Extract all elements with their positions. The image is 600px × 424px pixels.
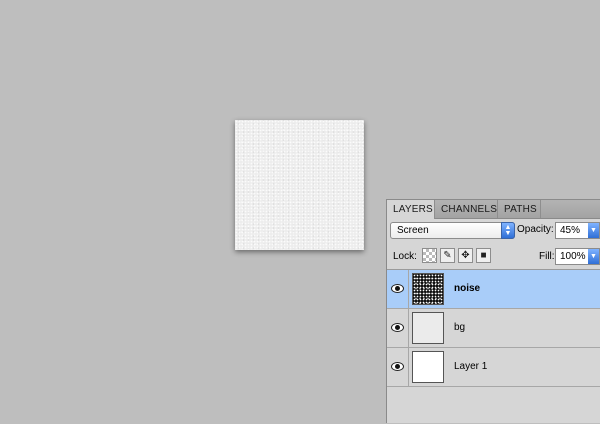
layer-row-noise[interactable]: noise — [387, 270, 600, 309]
lock-position-move-icon[interactable]: ✥ — [458, 248, 473, 263]
lock-transparency-icon[interactable] — [422, 248, 437, 263]
tab-channels[interactable]: CHANNELS — [435, 200, 498, 218]
layer-thumbnail — [412, 273, 444, 305]
opacity-dropdown-button[interactable]: ▼ — [588, 223, 599, 238]
layer-name: bg — [454, 322, 466, 333]
layers-panel: LAYERS CHANNELS PATHS Screen ▲ ▼ Opacity:… — [386, 199, 600, 423]
layer-thumbnail — [412, 312, 444, 344]
panel-tab-strip: LAYERS CHANNELS PATHS — [387, 200, 600, 219]
layer-row-bg[interactable]: bg — [387, 309, 600, 348]
blend-mode-value: Screen — [397, 225, 429, 236]
fill-input[interactable]: 100% ▼ — [555, 248, 600, 265]
opacity-input[interactable]: 45% ▼ — [555, 222, 600, 239]
opacity-value: 45% — [560, 225, 581, 236]
lock-image-brush-icon[interactable]: ✎ — [440, 248, 455, 263]
visibility-toggle[interactable] — [387, 270, 409, 308]
lock-all-padlock-icon[interactable]: ■ — [476, 248, 491, 263]
layer-list: noise bg Layer 1 — [387, 269, 600, 424]
fill-label: Fill: — [539, 251, 555, 262]
visibility-toggle[interactable] — [387, 348, 409, 386]
fill-value: 100% — [560, 251, 586, 262]
eye-icon — [391, 323, 404, 332]
tab-layers[interactable]: LAYERS — [387, 200, 435, 219]
chevron-updown-icon: ▲ ▼ — [501, 222, 515, 239]
layer-thumbnail — [412, 351, 444, 383]
layer-name: noise — [454, 283, 481, 294]
layer-name: Layer 1 — [454, 361, 488, 372]
fill-dropdown-button[interactable]: ▼ — [588, 249, 599, 264]
lock-label: Lock: — [393, 251, 417, 262]
tab-paths[interactable]: PATHS — [498, 200, 541, 218]
opacity-label: Opacity: — [517, 224, 554, 235]
blend-mode-select[interactable]: Screen ▲ ▼ — [390, 222, 515, 239]
visibility-toggle[interactable] — [387, 309, 409, 347]
layer-row-layer-1[interactable]: Layer 1 — [387, 348, 600, 387]
eye-icon — [391, 284, 404, 293]
eye-icon — [391, 362, 404, 371]
document-canvas[interactable] — [235, 120, 364, 250]
